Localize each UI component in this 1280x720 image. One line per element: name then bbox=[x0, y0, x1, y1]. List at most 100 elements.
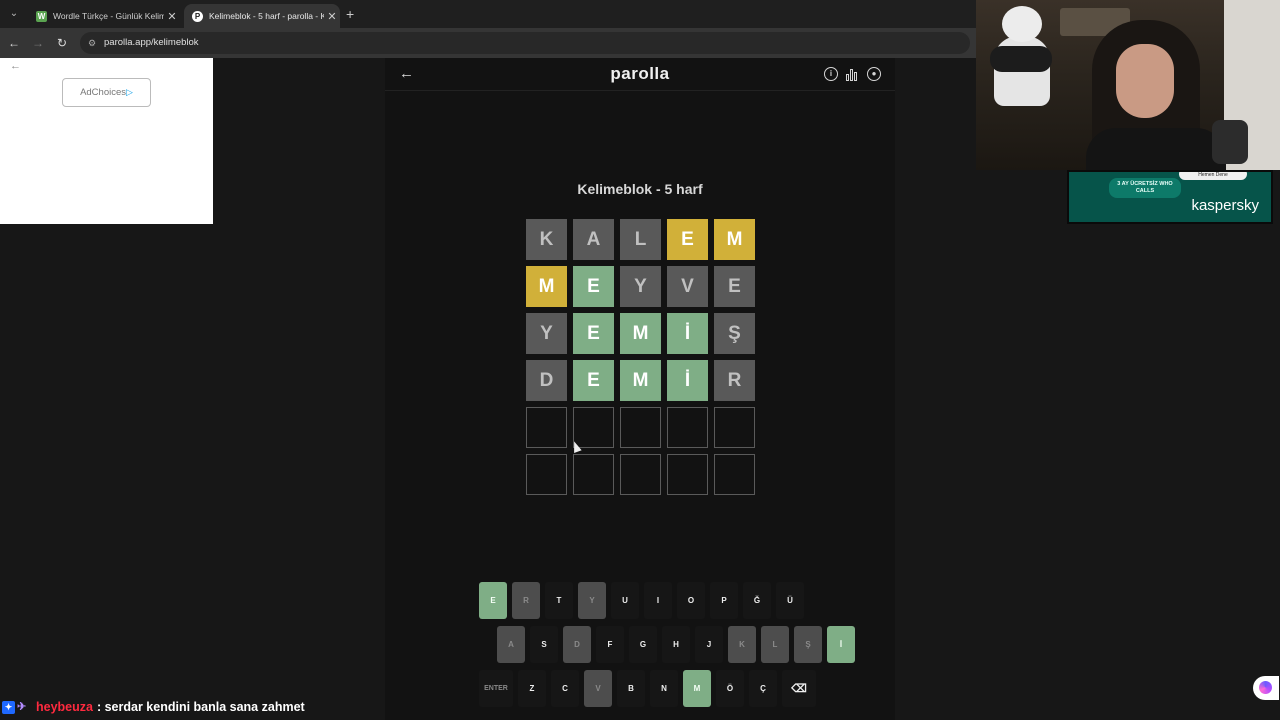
microphone bbox=[1212, 120, 1248, 164]
site-info-icon[interactable]: ⚙ bbox=[88, 32, 96, 54]
bits-badge-icon: ✈ bbox=[17, 700, 27, 713]
board-row: MEYVE bbox=[526, 266, 761, 307]
key-D[interactable]: D bbox=[563, 626, 591, 663]
key-Ş[interactable]: Ş bbox=[794, 626, 822, 663]
browser-tab-active[interactable]: P Kelimeblok - 5 harf - parolla - K ✕ bbox=[184, 4, 340, 28]
letter-tile bbox=[573, 407, 614, 448]
screen: ⌄ W Wordle Türkçe - Günlük Kelime ✕ P Ke… bbox=[0, 0, 1280, 720]
key-Ğ[interactable]: Ğ bbox=[743, 582, 771, 619]
letter-tile: E bbox=[573, 313, 614, 354]
webcam-overlay bbox=[976, 0, 1280, 170]
tab-title: Wordle Türkçe - Günlük Kelime bbox=[53, 11, 164, 21]
stream-chat-message: ✦ ✈ heybeuza : serdar kendini banla sana… bbox=[2, 698, 305, 716]
letter-tile bbox=[667, 454, 708, 495]
key-T[interactable]: T bbox=[545, 582, 573, 619]
board-row: YEMİŞ bbox=[526, 313, 761, 354]
letter-tile: Y bbox=[620, 266, 661, 307]
key-P[interactable]: P bbox=[710, 582, 738, 619]
tab-search-icon[interactable]: ⌄ bbox=[6, 6, 22, 22]
board-row: DEMİR bbox=[526, 360, 761, 401]
back-arrow-icon[interactable]: ← bbox=[6, 35, 22, 51]
parolla-favicon-icon: P bbox=[192, 10, 203, 22]
profile-icon[interactable]: ● bbox=[867, 67, 881, 81]
ad-back-arrow-icon[interactable]: ← bbox=[10, 60, 21, 72]
game-panel: ← parolla i ● Kelimeblok - 5 harf KALEMM… bbox=[385, 58, 895, 720]
extension-icon bbox=[1259, 681, 1272, 694]
key-U[interactable]: U bbox=[611, 582, 639, 619]
chat-text: : serdar kendini banla sana zahmet bbox=[96, 700, 305, 714]
key-Ö[interactable]: Ö bbox=[716, 670, 744, 707]
key-F[interactable]: F bbox=[596, 626, 624, 663]
key-K[interactable]: K bbox=[728, 626, 756, 663]
letter-tile: Y bbox=[526, 313, 567, 354]
forward-arrow-icon[interactable]: → bbox=[30, 35, 46, 51]
letter-tile: K bbox=[526, 219, 567, 260]
kaspersky-ad[interactable]: Hemen Dene 3 AY ÜCRETSİZ WHO CALLS kaspe… bbox=[1067, 170, 1273, 224]
letter-tile: E bbox=[573, 266, 614, 307]
game-subtitle: Kelimeblok - 5 harf bbox=[577, 181, 703, 197]
url-text: parolla.app/kelimeblok bbox=[104, 37, 199, 48]
key-J[interactable]: J bbox=[695, 626, 723, 663]
floating-extension-button[interactable] bbox=[1253, 676, 1279, 700]
keyboard-row: ERTYUIOPĞÜ bbox=[479, 582, 809, 619]
letter-tile: M bbox=[714, 219, 755, 260]
chat-username[interactable]: heybeuza bbox=[36, 700, 93, 714]
key-V[interactable]: V bbox=[584, 670, 612, 707]
board-row bbox=[526, 454, 761, 495]
key-R[interactable]: R bbox=[512, 582, 540, 619]
kaspersky-cta-button[interactable]: Hemen Dene bbox=[1179, 172, 1247, 180]
letter-tile: A bbox=[573, 219, 614, 260]
key-E[interactable]: E bbox=[479, 582, 507, 619]
streamer-shirt bbox=[1086, 128, 1226, 170]
letter-tile: M bbox=[620, 360, 661, 401]
game-header: ← parolla i ● bbox=[385, 58, 895, 91]
key-G[interactable]: G bbox=[629, 626, 657, 663]
stats-chart-icon[interactable] bbox=[846, 68, 859, 81]
browser-tab[interactable]: W Wordle Türkçe - Günlük Kelime ✕ bbox=[28, 4, 180, 28]
key-Ü[interactable]: Ü bbox=[776, 582, 804, 619]
letter-tile bbox=[573, 454, 614, 495]
key-C[interactable]: C bbox=[551, 670, 579, 707]
key-A[interactable]: A bbox=[497, 626, 525, 663]
letter-tile: R bbox=[714, 360, 755, 401]
parolla-logo: parolla bbox=[610, 64, 670, 83]
backspace-key-icon[interactable]: ⌫ bbox=[782, 670, 816, 707]
key-I[interactable]: I bbox=[644, 582, 672, 619]
kaspersky-logo: kaspersky bbox=[1191, 197, 1259, 214]
letter-tile: E bbox=[667, 219, 708, 260]
new-tab-icon[interactable]: + bbox=[346, 6, 354, 22]
keyboard-row: ENTER Z C V B N M Ö Ç ⌫ bbox=[479, 670, 821, 707]
tab-title: Kelimeblok - 5 harf - parolla - K bbox=[209, 11, 324, 21]
board-row: KALEM bbox=[526, 219, 761, 260]
info-icon[interactable]: i bbox=[824, 67, 838, 81]
key-H[interactable]: H bbox=[662, 626, 690, 663]
key-Ç[interactable]: Ç bbox=[749, 670, 777, 707]
left-ad-panel: ← AdChoices▷ bbox=[0, 58, 213, 224]
enter-key[interactable]: ENTER bbox=[479, 670, 513, 707]
key-M[interactable]: M bbox=[683, 670, 711, 707]
board-row bbox=[526, 407, 761, 448]
key-L[interactable]: L bbox=[761, 626, 789, 663]
close-tab-icon[interactable]: ✕ bbox=[324, 10, 340, 23]
reload-icon[interactable]: ↻ bbox=[54, 35, 70, 51]
letter-tile: M bbox=[620, 313, 661, 354]
key-Z[interactable]: Z bbox=[518, 670, 546, 707]
adchoices-button[interactable]: AdChoices▷ bbox=[62, 78, 151, 107]
letter-tile: İ bbox=[667, 313, 708, 354]
key-İ[interactable]: İ bbox=[827, 626, 855, 663]
letter-tile bbox=[667, 407, 708, 448]
guess-board: KALEM MEYVE YEMİŞ DEMİR bbox=[526, 219, 761, 501]
keyboard-row: ASDFGHJKLŞİ bbox=[497, 626, 860, 663]
letter-tile bbox=[714, 454, 755, 495]
streamer-face bbox=[1116, 44, 1174, 118]
plush-panda-arms bbox=[990, 46, 1052, 72]
adchoices-label: AdChoices bbox=[80, 87, 127, 98]
key-N[interactable]: N bbox=[650, 670, 678, 707]
key-S[interactable]: S bbox=[530, 626, 558, 663]
key-B[interactable]: B bbox=[617, 670, 645, 707]
key-O[interactable]: O bbox=[677, 582, 705, 619]
browser-tab-bar: ⌄ W Wordle Türkçe - Günlük Kelime ✕ P Ke… bbox=[0, 0, 976, 28]
key-Y[interactable]: Y bbox=[578, 582, 606, 619]
close-tab-icon[interactable]: ✕ bbox=[164, 10, 180, 23]
url-bar[interactable]: ⚙ parolla.app/kelimeblok bbox=[80, 32, 970, 54]
